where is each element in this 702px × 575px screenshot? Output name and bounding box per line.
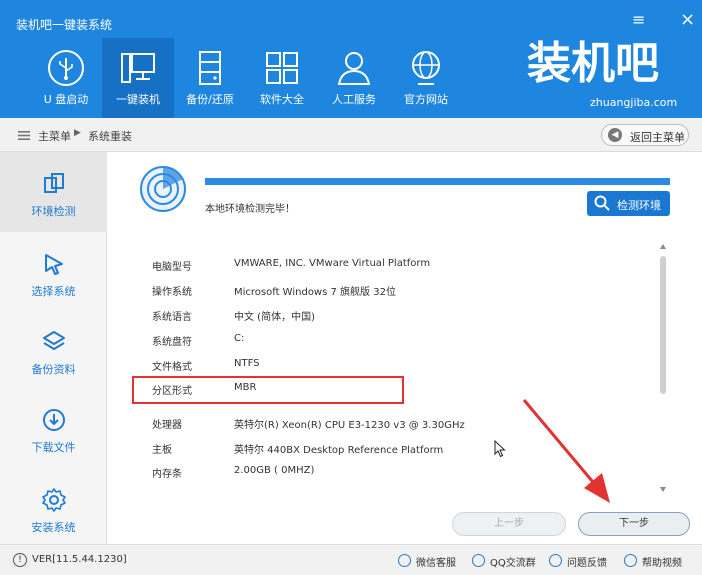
footer-link-label: 帮助视频 [642,558,682,569]
app-header: 装机吧一键装系统 ≡ × U 盘启动 一键装机 备份/还原 软件大全 人工服务 … [0,0,702,118]
info-icon: ! [13,553,27,567]
nav-item-official-site[interactable]: 官方网站 [390,38,462,118]
info-key: 文件格式 [152,362,192,373]
info-value: C: [234,333,245,344]
download-icon [43,409,65,431]
nav-item-one-click-install[interactable]: 一键装机 [102,38,174,118]
main-nav: U 盘启动 一键装机 备份/还原 软件大全 人工服务 官方网站 [30,38,462,118]
footer-link-label: 问题反馈 [567,558,607,569]
info-key: 电脑型号 [152,262,192,273]
copy-icon [44,173,64,193]
breadcrumb: 主菜单 ▶ 系统重装 ◀ 返回主菜单 [0,118,702,152]
prev-step-button[interactable]: 上一步 [452,512,566,536]
sidebar-item-label: 安装系统 [31,521,76,534]
close-icon[interactable]: × [680,11,695,29]
sidebar-item-label: 环境检测 [31,205,76,218]
grid-icon [266,52,298,84]
sidebar-item-label: 选择系统 [31,285,76,298]
check-button-label: 检测环境 [617,199,661,212]
sidebar-item-env-check[interactable]: 环境检测 [0,152,107,232]
server-icon [199,51,221,85]
back-to-main-menu-button[interactable]: ◀ 返回主菜单 [601,124,689,146]
detection-progress-bar [205,178,670,185]
back-label: 返回主菜单 [630,131,685,144]
radar-scan-icon [140,166,186,212]
back-arrow-icon: ◀ [608,128,622,142]
layers-icon [43,331,65,350]
info-value: NTFS [234,358,260,369]
nav-label: 官方网站 [404,93,448,106]
menu-icon[interactable]: ≡ [632,12,645,28]
info-row-language: 系统语言 中文 (简体，中国) [132,303,652,327]
wechat-icon [398,554,411,567]
sidebar-item-download-files[interactable]: 下载文件 [0,388,107,468]
sidebar-item-install-system[interactable]: 安装系统 [0,468,107,548]
info-value: 中文 (简体，中国) [234,312,315,323]
app-title: 装机吧一键装系统 [16,18,113,32]
brand-url: zhuangjiba.com [590,96,678,109]
scroll-up-icon[interactable] [660,244,666,249]
gear-icon [42,488,66,512]
info-key: 系统盘符 [152,337,192,348]
check-environment-button[interactable]: 检测环境 [587,191,670,216]
version-text: VER[11.5.44.1230] [32,554,127,565]
step-sidebar: 环境检测 选择系统 备份资料 下载文件 安装系统 [0,152,107,544]
nav-item-backup-restore[interactable]: 备份/还原 [174,38,246,118]
nav-item-usb-boot[interactable]: U 盘启动 [30,38,102,118]
nav-item-software[interactable]: 软件大全 [246,38,318,118]
nav-label: 备份/还原 [186,93,234,106]
nav-label: 软件大全 [260,93,304,106]
red-annotation-arrow-icon [522,399,610,503]
qq-icon [472,554,485,567]
info-row-os: 操作系统 Microsoft Windows 7 旗舰版 32位 [132,278,652,302]
scroll-thumb[interactable] [660,256,666,394]
info-value: 英特尔 440BX Desktop Reference Platform [234,445,444,456]
next-step-button[interactable]: 下一步 [578,512,690,536]
footer-link-label: QQ交流群 [490,558,536,569]
info-key: 系统语言 [152,312,192,323]
sidebar-item-select-system[interactable]: 选择系统 [0,232,107,312]
mouse-cursor-icon [494,440,506,458]
sidebar-item-label: 备份资料 [31,363,76,376]
info-key: 处理器 [152,420,182,431]
progress-fill [205,178,670,185]
info-value: Microsoft Windows 7 旗舰版 32位 [234,287,396,298]
breadcrumb-separator-icon: ▶ [74,128,81,138]
feedback-icon [549,554,562,567]
list-icon [18,131,30,140]
brand-logo: 装机吧 [527,38,659,89]
usb-icon [48,50,84,86]
status-footer: ! VER[11.5.44.1230] 微信客服 QQ交流群 问题反馈 帮助视频 [0,544,702,575]
footer-link-label: 微信客服 [416,558,456,569]
info-scrollbar[interactable] [658,244,668,494]
partition-highlight-box [132,376,404,404]
nav-label: 一键装机 [116,93,160,106]
info-key: 操作系统 [152,287,192,298]
nav-item-manual-service[interactable]: 人工服务 [318,38,390,118]
info-value: VMWARE, INC. VMware Virtual Platform [234,258,431,269]
info-row-computer-model: 电脑型号 VMWARE, INC. VMware Virtual Platfor… [132,253,652,277]
search-icon [594,195,610,211]
scroll-down-icon[interactable] [660,487,666,492]
nav-label: 人工服务 [332,93,376,106]
info-key: 主板 [152,445,172,456]
nav-label: U 盘启动 [43,93,89,106]
user-icon [337,52,371,85]
sidebar-item-label: 下载文件 [31,441,76,454]
breadcrumb-home[interactable]: 主菜单 [38,128,71,144]
help-icon [624,554,637,567]
info-value: 2.00GB ( 0MHZ) [234,465,315,476]
breadcrumb-current: 系统重装 [88,130,132,143]
info-key: 内存条 [152,469,182,480]
monitor-icon [121,53,155,83]
globe-icon [412,51,440,85]
info-row-file-format: 文件格式 NTFS [132,353,652,377]
info-value: 英特尔(R) Xeon(R) CPU E3-1230 v3 @ 3.30GHz [234,420,465,431]
detection-status: 本地环境检测完毕！ [205,204,295,215]
sidebar-item-backup-data[interactable]: 备份资料 [0,310,107,390]
cursor-icon [45,254,63,275]
info-row-system-drive: 系统盘符 C: [132,328,652,352]
